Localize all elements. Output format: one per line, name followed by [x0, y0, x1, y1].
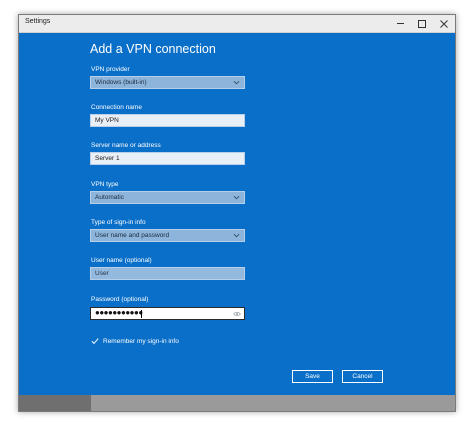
- remember-sign-in-option[interactable]: Remember my sign-in info: [91, 336, 179, 346]
- vpn-type-label: VPN type: [91, 181, 119, 188]
- vpn-provider-value: Windows (built-in): [95, 79, 147, 86]
- password-value: ●●●●●●●●●●●: [95, 308, 143, 317]
- connection-name-input[interactable]: My VPN: [90, 114, 245, 127]
- server-name-input[interactable]: Server 1: [90, 152, 245, 165]
- user-name-value: User: [95, 270, 109, 277]
- maximize-icon: [418, 19, 426, 28]
- eye-icon[interactable]: [233, 311, 241, 317]
- sign-in-type-label: Type of sign-in info: [91, 219, 146, 226]
- text-caret: [141, 310, 142, 318]
- chevron-down-icon: [233, 233, 240, 238]
- close-icon: [440, 19, 448, 28]
- server-name-value: Server 1: [95, 155, 120, 162]
- maximize-button[interactable]: [411, 15, 433, 32]
- password-input[interactable]: ●●●●●●●●●●●: [90, 307, 245, 320]
- user-name-label: User name (optional): [91, 257, 152, 264]
- vpn-provider-label: VPN provider: [91, 66, 130, 73]
- title-bar: Settings: [19, 15, 455, 33]
- window-title: Settings: [25, 18, 51, 25]
- vpn-provider-select[interactable]: Windows (built-in): [90, 76, 245, 89]
- page-title: Add a VPN connection: [90, 42, 216, 56]
- sign-in-type-value: User name and password: [95, 232, 170, 239]
- chevron-down-icon: [233, 195, 240, 200]
- checkmark-icon: [91, 338, 99, 345]
- taskbar-strip: [19, 395, 455, 411]
- vpn-type-select[interactable]: Automatic: [90, 191, 245, 204]
- minimize-icon: [396, 23, 404, 24]
- sign-in-type-select[interactable]: User name and password: [90, 229, 245, 242]
- minimize-button[interactable]: [389, 15, 411, 32]
- vpn-type-value: Automatic: [95, 194, 124, 201]
- connection-name-label: Connection name: [91, 104, 142, 111]
- chevron-down-icon: [233, 80, 240, 85]
- server-name-label: Server name or address: [91, 142, 161, 149]
- connection-name-value: My VPN: [95, 117, 119, 124]
- user-name-input[interactable]: User: [90, 267, 245, 280]
- save-button[interactable]: Save: [292, 370, 333, 383]
- close-button[interactable]: [433, 15, 455, 32]
- cancel-button[interactable]: Cancel: [342, 370, 383, 383]
- settings-window: Settings Add a VPN connection VPN provid…: [18, 14, 456, 412]
- remember-checkbox[interactable]: [91, 337, 99, 345]
- taskbar-left-segment: [19, 395, 91, 411]
- password-label: Password (optional): [91, 296, 149, 303]
- remember-label: Remember my sign-in info: [103, 337, 179, 345]
